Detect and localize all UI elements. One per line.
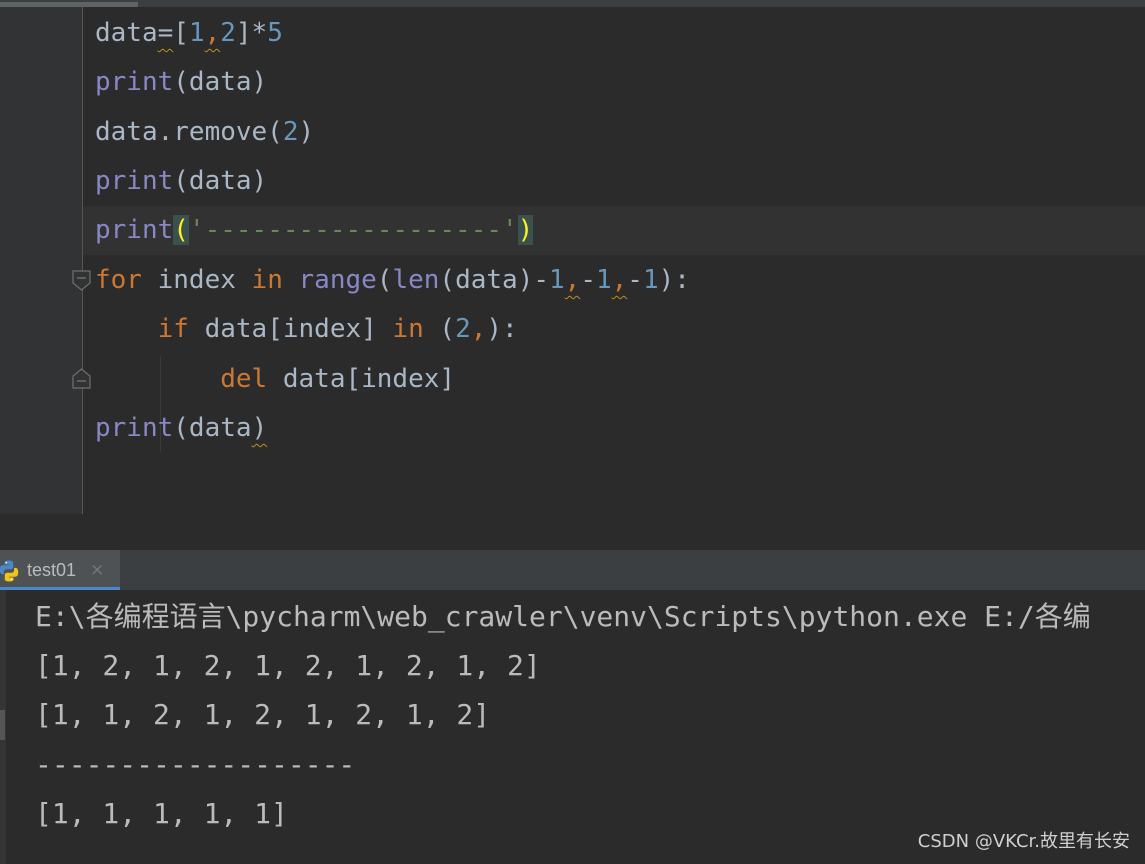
code-line-9[interactable]: print(data) — [95, 404, 267, 453]
console-line: ------------------- — [35, 748, 356, 781]
code-token: ) — [298, 117, 315, 147]
code-token: if — [157, 314, 189, 344]
line-number: 6 — [0, 263, 18, 312]
gutter-divider — [82, 7, 83, 514]
run-tab-test01[interactable]: test01 × — [0, 550, 120, 590]
code-token: ): — [486, 314, 518, 344]
code-token: print — [95, 166, 174, 196]
code-token: , — [204, 18, 221, 48]
code-token: data — [95, 18, 158, 48]
code-token: - — [580, 265, 596, 295]
run-console-output[interactable]: E:\各编程语言\pycharm\web_crawler\venv\Script… — [0, 590, 1145, 864]
code-line-7[interactable]: if data[index] in (2,): — [95, 305, 518, 354]
code-editor[interactable]: 1 2 3 4 5 6 7 8 9 data=[1,2]*5 print(dat… — [0, 0, 1145, 514]
code-token: 2 — [455, 314, 471, 344]
code-token: range — [298, 265, 377, 295]
code-token: 2 — [220, 18, 236, 48]
code-token: 2 — [282, 117, 299, 147]
code-token: print — [95, 215, 174, 245]
code-token: data.remove( — [95, 117, 283, 147]
line-number: 3 — [0, 115, 18, 164]
code-token: 1 — [188, 18, 205, 48]
code-token: ) — [251, 413, 268, 443]
line-number: 9 — [0, 411, 18, 460]
console-line: [1, 2, 1, 2, 1, 2, 1, 2, 1, 2] — [35, 649, 541, 682]
console-scrollbar-thumb[interactable] — [0, 710, 5, 740]
code-token: del — [220, 364, 268, 394]
code-token: '-------------------' — [188, 215, 518, 245]
line-number: 8 — [0, 362, 18, 411]
code-token: (data) — [173, 166, 268, 196]
code-token: ( — [376, 265, 393, 295]
line-number: 1 — [0, 16, 18, 65]
line-number: 7 — [0, 312, 18, 361]
code-token: ]* — [235, 18, 268, 48]
close-icon[interactable]: × — [90, 550, 104, 590]
code-line-8[interactable]: del data[index] — [95, 355, 455, 404]
code-token: in — [392, 314, 424, 344]
run-tool-window-header: test01 × — [0, 550, 1145, 590]
panel-separator — [0, 514, 1145, 550]
code-token: - — [627, 265, 643, 295]
code-token: 5 — [267, 18, 283, 48]
code-token: [ — [173, 18, 189, 48]
fold-collapse-icon[interactable] — [72, 270, 91, 291]
editor-top-bar — [0, 0, 1145, 7]
python-icon — [0, 560, 19, 582]
code-token: 1 — [642, 265, 659, 295]
console-line: E:\各编程语言\pycharm\web_crawler\venv\Script… — [35, 600, 1091, 633]
code-token: , — [470, 314, 487, 344]
console-line: [1, 1, 1, 1, 1] — [35, 797, 288, 830]
code-token: ( — [173, 215, 189, 245]
code-token: (data — [173, 413, 252, 443]
code-line-3[interactable]: data.remove(2) — [95, 108, 314, 157]
line-number: 4 — [0, 164, 18, 213]
code-token: 1 — [549, 265, 565, 295]
console-scrollbar-track — [0, 590, 6, 864]
code-token: print — [95, 67, 174, 97]
code-token: index — [141, 265, 252, 295]
code-token: = — [157, 18, 174, 48]
code-line-6[interactable]: for index in range(len(data)-1,-1,-1): — [95, 256, 690, 305]
code-token: print — [95, 413, 174, 443]
code-token: , — [564, 265, 581, 295]
code-token: data[index] — [188, 314, 393, 344]
code-token: ( — [423, 314, 456, 344]
code-token: data[index] — [267, 364, 456, 394]
code-token: 1 — [595, 265, 612, 295]
code-line-4[interactable]: print(data) — [95, 157, 267, 206]
code-token: (data) — [173, 67, 268, 97]
line-number-active: 5 — [0, 213, 18, 262]
code-token: (data)- — [439, 265, 549, 295]
code-line-1[interactable]: data=[1,2]*5 — [95, 9, 283, 58]
code-line-2[interactable]: print(data) — [95, 58, 267, 107]
code-token: for — [95, 265, 142, 295]
code-token: ) — [517, 215, 534, 245]
line-number-gutter[interactable]: 1 2 3 4 5 6 7 8 9 — [0, 7, 82, 514]
code-token: in — [251, 265, 283, 295]
watermark-text: CSDN @VKCr.故里有长安 — [917, 831, 1130, 852]
run-tab-label: test01 — [27, 560, 77, 580]
code-line-5[interactable]: print('-------------------') — [95, 206, 534, 255]
code-token: len — [392, 265, 440, 295]
console-line: [1, 1, 2, 1, 2, 1, 2, 1, 2] — [35, 698, 491, 731]
code-token: , — [611, 265, 628, 295]
fold-end-icon[interactable] — [72, 368, 91, 389]
code-token: ): — [658, 265, 690, 295]
line-number: 2 — [0, 65, 18, 114]
